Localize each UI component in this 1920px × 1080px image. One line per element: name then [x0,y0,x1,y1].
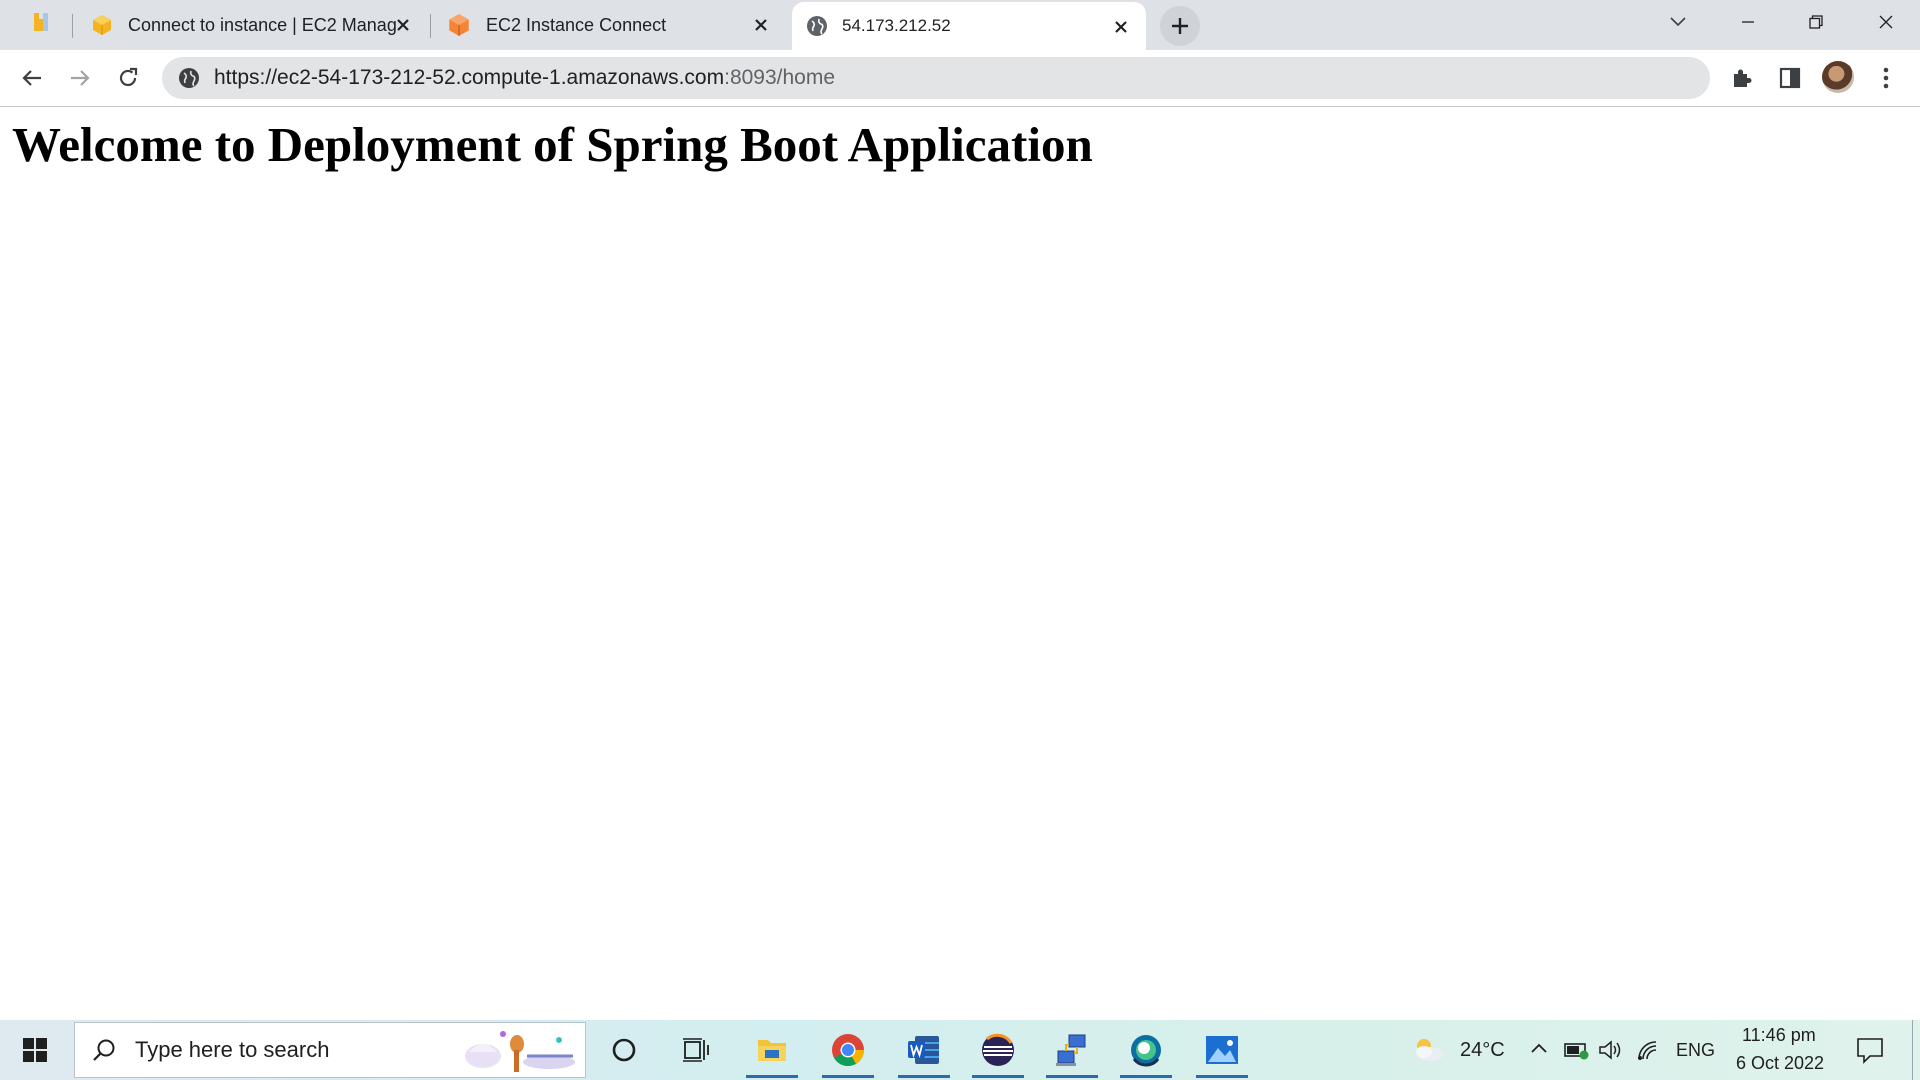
clock-time[interactable]: 11:46 pm [1742,1025,1816,1046]
photos-icon [1206,1036,1238,1064]
network-computers-icon [1056,1034,1086,1066]
aws-cube-icon [90,13,114,37]
windows-logo-icon [23,1038,47,1062]
tab-separator [430,14,431,38]
taskbar-edge-app[interactable] [1116,1020,1176,1080]
puzzle-icon [1734,69,1752,87]
taskbar-chrome[interactable] [818,1020,878,1080]
chrome-icon [832,1034,865,1067]
weather-temperature[interactable]: 24°C [1460,1039,1505,1062]
search-icon [91,1037,117,1063]
notifications-icon[interactable] [1856,1036,1884,1064]
volume-icon[interactable] [1598,1039,1624,1061]
folder-icon [758,1040,786,1061]
aws-cube-icon [446,12,472,38]
restore-button[interactable] [1782,0,1850,44]
side-panel-icon [1779,67,1801,89]
taskbar-photos[interactable] [1192,1020,1252,1080]
menu-button[interactable] [1868,60,1904,96]
restore-icon [1809,15,1823,29]
task-view-icon [683,1038,709,1062]
minimize-icon [1742,21,1754,23]
taskbar-eclipse[interactable] [968,1020,1028,1080]
close-tab-icon[interactable] [1110,16,1132,38]
bookmark-icon [31,11,53,40]
search-placeholder: Type here to search [135,1037,330,1062]
tab-strip: Connect to instance | EC2 Manag EC2 Inst… [0,0,1920,50]
close-icon [1879,15,1893,29]
minimize-button[interactable] [1714,0,1782,44]
close-tab-icon[interactable] [750,14,772,36]
reload-icon [119,67,138,87]
tab-current-site[interactable]: 54.173.212.52 [792,2,1146,50]
taskbar-network-app[interactable] [1042,1020,1102,1080]
chevron-up-icon[interactable] [1530,1042,1548,1054]
side-panel-button[interactable] [1772,60,1808,96]
tab-bookmarks[interactable] [14,0,70,50]
url-path: :8093/home [724,66,836,89]
tab-label: 54.173.212.52 [842,16,951,35]
cortana-icon [612,1038,636,1062]
start-button[interactable] [0,1020,70,1080]
taskbar-search-box[interactable]: Type here to search [74,1022,586,1078]
profile-avatar[interactable] [1822,61,1854,93]
battery-icon[interactable] [1564,1040,1590,1060]
tab-label: EC2 Instance Connect [486,14,667,35]
url-host: https://ec2-54-173-212-52.compute-1.amaz… [214,66,725,89]
tab-separator [72,14,73,38]
tab-search-button[interactable] [1644,0,1712,44]
search-highlight-illustration-icon [461,1026,579,1076]
page-heading: Welcome to Deployment of Spring Boot App… [12,117,1093,172]
close-tab-icon[interactable] [392,14,414,36]
globe-icon [806,15,828,37]
word-icon [908,1036,939,1064]
cortana-button[interactable] [594,1020,654,1080]
taskbar-file-explorer[interactable] [742,1020,802,1080]
close-window-button[interactable] [1852,0,1920,44]
tab-connect-to-instance[interactable]: Connect to instance | EC2 Manag [74,0,428,50]
plus-icon [1172,18,1188,34]
weather-icon[interactable] [1410,1034,1446,1064]
task-view-button[interactable] [666,1020,726,1080]
circular-app-icon [1131,1035,1161,1067]
wifi-icon[interactable] [1636,1039,1660,1061]
tab-label: Connect to instance | EC2 Manag [128,14,397,35]
reload-button[interactable] [110,60,146,96]
arrow-right-icon [71,70,90,86]
clock-date[interactable]: 6 Oct 2022 [1736,1053,1824,1074]
extensions-button[interactable] [1724,60,1760,96]
forward-button[interactable] [62,60,98,96]
eclipse-icon [982,1033,1014,1066]
new-tab-button[interactable] [1160,6,1200,46]
tab-ec2-instance-connect[interactable]: EC2 Instance Connect [432,0,786,50]
address-bar[interactable]: https://ec2-54-173-212-52.compute-1.amaz… [162,57,1710,99]
back-button[interactable] [14,60,50,96]
url-text: https://ec2-54-173-212-52.compute-1.amaz… [214,66,835,90]
arrow-left-icon [22,70,41,86]
chevron-down-icon [1670,17,1686,27]
kebab-menu-icon [1883,67,1889,89]
show-desktop-button[interactable] [1912,1020,1920,1080]
browser-toolbar: https://ec2-54-173-212-52.compute-1.amaz… [0,50,1920,107]
site-info-icon[interactable] [178,67,200,89]
windows-taskbar: Type here to search 24°C ENG 11:46 pm 6 … [0,1020,1920,1080]
taskbar-word[interactable] [894,1020,954,1080]
input-language[interactable]: ENG [1676,1040,1715,1061]
